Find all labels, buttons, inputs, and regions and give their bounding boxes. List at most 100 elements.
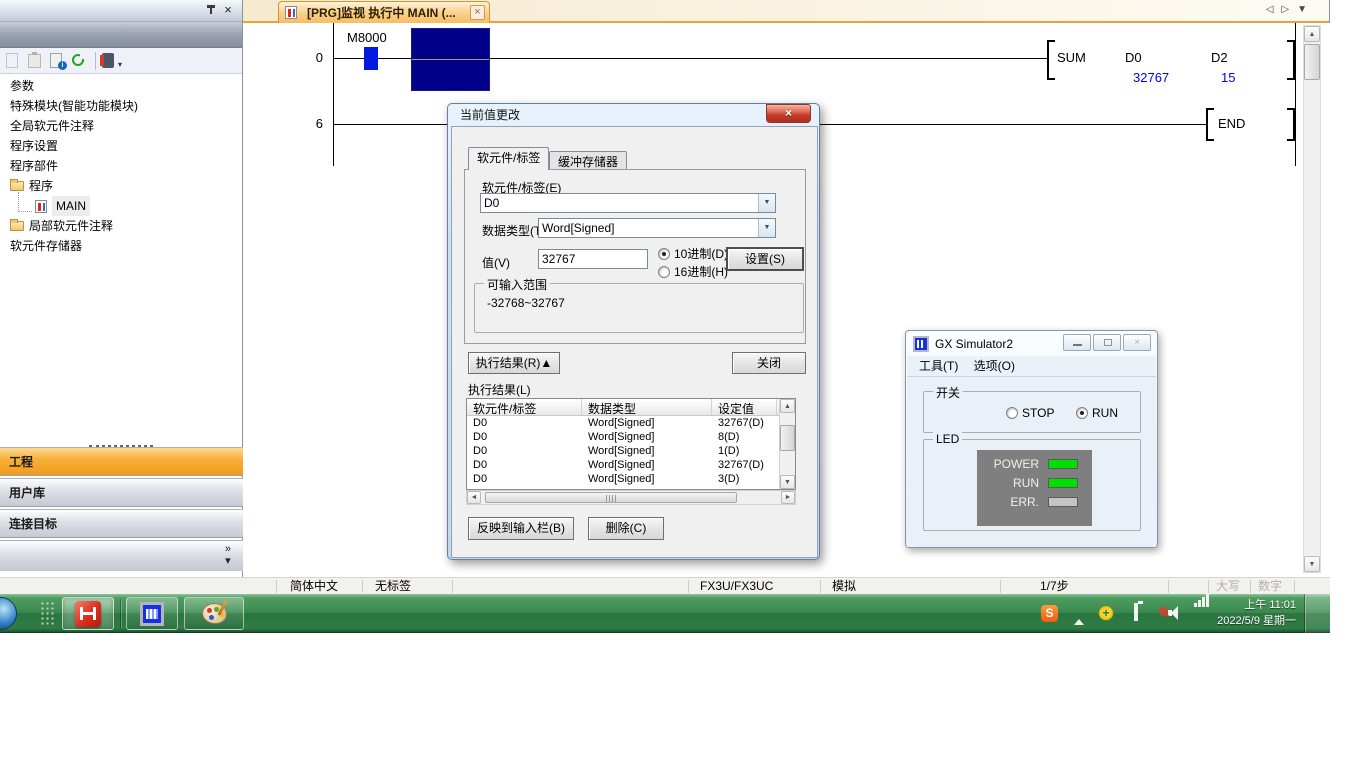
tree-item-main[interactable]: MAIN [0,196,242,216]
delete-button[interactable]: 删除(C) [588,517,664,540]
radio-run[interactable]: RUN [1076,406,1118,420]
radio-stop[interactable]: STOP [1006,406,1054,420]
radio-icon[interactable] [1076,407,1088,419]
radio-decimal[interactable]: 10进制(D) [658,245,728,262]
contact-m8000[interactable] [364,47,378,70]
tree-item-program-settings[interactable]: 程序设置 [0,136,242,156]
scroll-right-icon[interactable]: ► [781,491,795,504]
instruction-right-bracket [1287,108,1295,141]
menu-tools[interactable]: 工具(T) [919,359,958,373]
tab-prev-icon: ◁ [1266,4,1282,15]
nav-bar-overflow[interactable]: »▾ [0,540,243,571]
set-button[interactable]: 设置(S) [726,247,804,271]
editor-vertical-scrollbar[interactable]: ▲ ▼ [1303,25,1321,573]
execution-result-table[interactable]: 软元件/标签 数据类型 设定值 D0Word[Signed]32767(D) D… [466,398,796,490]
status-caps-indicator: 大写 [1216,579,1240,594]
project-tree: 参数 特殊模块(智能功能模块) 全局软元件注释 程序设置 程序部件 程序 MAI… [0,76,242,256]
execution-result-toggle-button[interactable]: 执行结果(R)▲ [468,352,560,374]
tab-main-program[interactable]: [PRG]监视 执行中 MAIN (... × [278,1,490,23]
taskbar-button-gx-simulator[interactable] [126,597,178,630]
radio-icon[interactable] [658,248,670,260]
taskbar-button-paint[interactable] [184,597,244,630]
led-group: LED POWER RUN ERR. [923,439,1141,531]
instruction-arg2[interactable]: D2 [1211,50,1228,65]
reflect-to-input-button[interactable]: 反映到输入栏(B) [468,517,574,540]
device-combo[interactable]: D0 ▼ [480,193,776,213]
value-input[interactable]: 32767 [538,249,648,269]
instruction-arg1[interactable]: D0 [1125,50,1142,65]
tab-scroll-controls[interactable]: ◁▷▼ [1266,4,1315,15]
taskbar-clock[interactable]: 上午 11:01 2022/5/9 星期一 [1196,597,1296,629]
close-button[interactable]: 关闭 [732,352,806,374]
clipboard-icon[interactable] [25,51,45,71]
tree-item-special-module[interactable]: 特殊模块(智能功能模块) [0,96,242,116]
monitor-value-d2: 15 [1221,70,1235,85]
navigation-pane: × i ▾ 参数 特殊模块(智能功能模块) 全局软元件注释 程序设置 程序部件 … [0,0,243,577]
instruction-op[interactable]: SUM [1057,50,1086,65]
paste-icon[interactable] [3,51,23,71]
instruction-op[interactable]: END [1218,116,1245,131]
tree-item-device-memory[interactable]: 软元件存储器 [0,236,242,256]
show-desktop-button[interactable] [1304,594,1330,633]
instruction-right-bracket [1287,40,1295,80]
chevron-down-icon[interactable]: ▼ [758,219,775,237]
table-row[interactable]: D0Word[Signed]1(D) [467,444,795,458]
table-row[interactable]: D0Word[Signed]32767(D) [467,458,795,472]
minimize-button[interactable] [1063,334,1091,351]
table-row[interactable]: D0Word[Signed]8(D) [467,430,795,444]
nav-button-user-library[interactable]: 用户库 [0,478,243,507]
table-vertical-scrollbar[interactable]: ▲ ▼ [779,399,795,489]
antivirus-tray-icon[interactable]: + [1098,605,1114,621]
sogou-input-icon[interactable]: S [1041,605,1058,622]
pin-icon[interactable] [206,5,216,17]
scrollbar-thumb[interactable] [1304,44,1320,80]
instruction-left-bracket [1047,40,1055,80]
info-document-icon[interactable]: i [47,51,67,71]
scrollbar-thumb[interactable] [780,425,795,451]
run-led-on [1048,478,1078,488]
menu-options[interactable]: 选项(O) [974,359,1015,373]
tree-item-parameters[interactable]: 参数 [0,76,242,96]
chevron-down-icon[interactable]: ▼ [758,194,775,212]
refresh-icon[interactable] [69,51,89,71]
table-row[interactable]: D0Word[Signed]3(D) [467,472,795,486]
current-value-change-dialog: 当前值更改 × 软元件/标签 缓冲存储器 软元件/标签(E) D0 ▼ 数据类型… [447,103,820,560]
tree-item-global-comment[interactable]: 全局软元件注释 [0,116,242,136]
nav-button-connection-target[interactable]: 连接目标 [0,509,243,538]
scroll-up-icon[interactable]: ▲ [780,399,795,413]
scroll-down-icon[interactable]: ▼ [1304,556,1320,572]
tab-device-label[interactable]: 软元件/标签 [468,147,549,170]
table-horizontal-scrollbar[interactable]: ◄ ► [466,490,796,505]
scroll-down-icon[interactable]: ▼ [780,475,795,489]
tree-item-local-comment[interactable]: 局部软元件注释 [0,216,242,236]
scroll-left-icon[interactable]: ◄ [467,491,481,504]
start-button[interactable] [0,597,17,630]
window-controls: × [1063,334,1151,351]
selection-cursor-cell[interactable] [411,28,490,91]
tree-item-program-parts[interactable]: 程序部件 [0,156,242,176]
taskbar-button-gx-works2[interactable] [62,597,114,630]
tree-item-program[interactable]: 程序 [0,176,242,196]
table-row[interactable]: D0Word[Signed]32767(D) [467,416,795,430]
datatype-combo[interactable]: Word[Signed] ▼ [538,218,776,238]
show-hidden-icons[interactable] [1074,605,1084,619]
tab-close-icon[interactable]: × [470,5,485,20]
pane-splitter[interactable] [0,437,242,447]
dialog-close-button[interactable]: × [766,104,811,123]
table-header-row: 软元件/标签 数据类型 设定值 [467,399,795,416]
radio-icon[interactable] [1006,407,1018,419]
close-icon[interactable]: × [220,2,236,18]
chevron-more-icon[interactable]: »▾ [225,543,231,567]
simulator-menu-bar: 工具(T) 选项(O) [907,356,1156,377]
status-label-state: 无标签 [375,579,411,594]
scroll-up-icon[interactable]: ▲ [1304,26,1320,42]
sort-filter-icon[interactable]: ▾ [100,51,120,71]
execution-result-label: 执行结果(L) [468,381,531,398]
scrollbar-thumb[interactable] [485,492,737,503]
clipboard-tray-icon[interactable] [1134,605,1138,619]
maximize-button[interactable] [1093,334,1121,351]
nav-button-project[interactable]: 工程 [0,447,243,476]
radio-hexadecimal[interactable]: 16进制(H) [658,263,728,280]
rung-number: 6 [279,116,323,131]
radio-icon[interactable] [658,266,670,278]
